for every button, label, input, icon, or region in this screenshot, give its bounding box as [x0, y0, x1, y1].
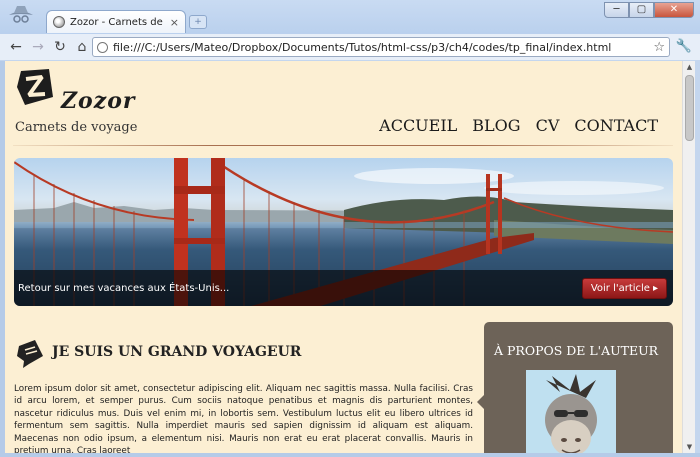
close-window-button[interactable]: ✕ — [654, 2, 694, 18]
nav-link-accueil[interactable]: ACCUEIL — [379, 116, 457, 135]
window-frame-bottom — [0, 453, 700, 457]
wrench-menu-icon[interactable]: 🔧 — [676, 39, 692, 54]
read-article-label: Voir l'article — [590, 282, 650, 294]
tab-close-icon[interactable]: × — [170, 16, 179, 29]
browser-toolbar: ← → ↻ ⌂ file:///C:/Users/Mateo/Dropbox/D… — [0, 34, 700, 60]
site-tagline: Carnets de voyage — [15, 120, 138, 135]
bookmark-star-icon[interactable]: ☆ — [653, 40, 665, 55]
page-favicon-icon — [53, 16, 65, 28]
arrow-right-icon: ▸ — [652, 282, 658, 294]
author-avatar — [526, 370, 616, 453]
home-button[interactable]: ⌂ — [72, 37, 92, 57]
read-article-button[interactable]: Voir l'article ▸ — [581, 277, 667, 299]
aside-title: À PROPOS DE L'AUTEUR — [494, 343, 659, 358]
scroll-up-icon[interactable]: ▲ — [683, 61, 696, 73]
page-icon — [97, 41, 108, 53]
speech-bubble-icon — [17, 340, 43, 368]
window-controls: ─ ▢ ✕ — [604, 2, 694, 18]
nav-link-cv[interactable]: CV — [536, 116, 560, 135]
main-nav: ACCUEIL BLOG CV CONTACT — [379, 116, 658, 135]
forward-button[interactable]: → — [28, 37, 48, 57]
article-title: JE SUIS UN GRAND VOYAGEUR — [52, 344, 302, 360]
maximize-button[interactable]: ▢ — [629, 2, 654, 18]
incognito-icon — [9, 6, 33, 23]
nav-link-blog[interactable]: BLOG — [472, 116, 520, 135]
author-aside: À PROPOS DE L'AUTEUR — [484, 322, 673, 453]
address-bar[interactable]: file:///C:/Users/Mateo/Dropbox/Documents… — [92, 37, 670, 57]
brand-name: Zozor — [61, 88, 136, 114]
header-divider — [13, 145, 673, 146]
back-button[interactable]: ← — [6, 37, 26, 57]
banner-caption: Retour sur mes vacances aux États-Unis..… — [18, 282, 230, 294]
browser-tab[interactable]: Zozor - Carnets de voyage × — [46, 10, 186, 33]
page-viewport: Zozor Carnets de voyage ACCUEIL BLOG CV … — [5, 61, 682, 453]
new-tab-button[interactable]: + — [189, 15, 207, 29]
scrollbar-thumb[interactable] — [685, 75, 694, 141]
article-body: Lorem ipsum dolor sit amet, consectetur … — [14, 384, 473, 453]
banner-image: Retour sur mes vacances aux États-Unis..… — [14, 158, 673, 306]
site-logo-icon — [17, 69, 53, 105]
vertical-scrollbar[interactable]: ▲ ▼ — [682, 61, 695, 453]
nav-link-contact[interactable]: CONTACT — [574, 116, 658, 135]
aside-pointer — [477, 395, 484, 409]
minimize-button[interactable]: ─ — [604, 2, 629, 18]
scroll-down-icon[interactable]: ▼ — [683, 441, 696, 453]
reload-button[interactable]: ↻ — [50, 37, 70, 57]
browser-chrome: Zozor - Carnets de voyage × + ─ ▢ ✕ ← → … — [0, 0, 700, 60]
banner-caption-bar: Retour sur mes vacances aux États-Unis..… — [14, 270, 673, 306]
url-text: file:///C:/Users/Mateo/Dropbox/Documents… — [113, 40, 612, 54]
tab-title: Zozor - Carnets de voyage — [70, 16, 165, 28]
